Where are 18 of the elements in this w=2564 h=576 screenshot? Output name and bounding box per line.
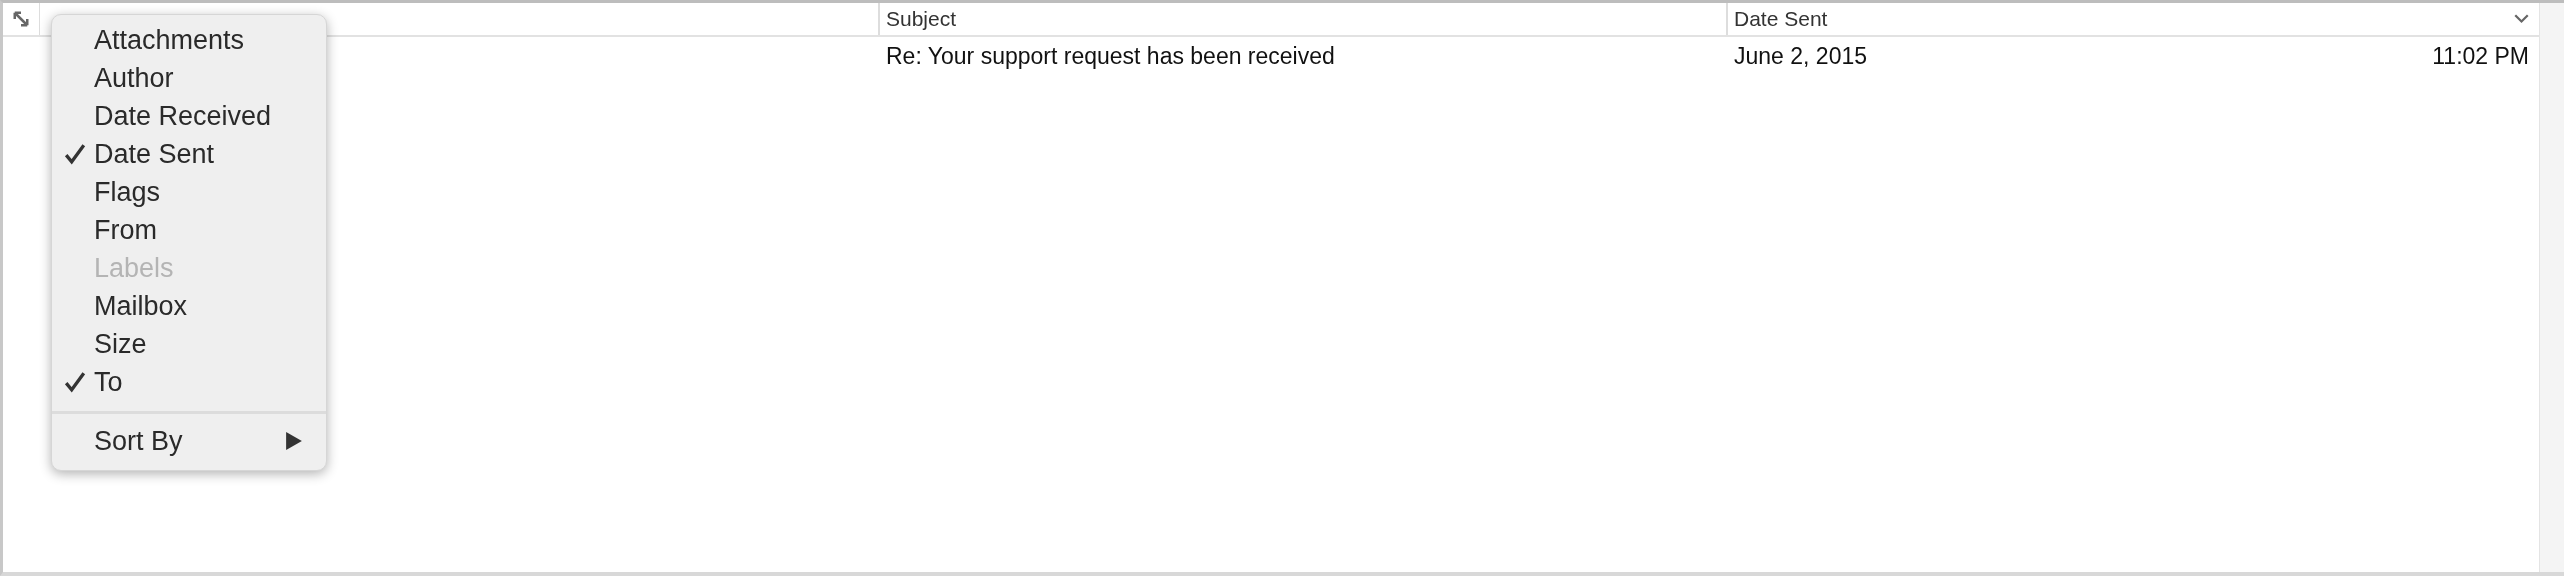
date-cell: June 2, 2015 [1734, 42, 1867, 70]
menu-item[interactable]: Size [52, 325, 326, 363]
menu-item[interactable]: From [52, 211, 326, 249]
resize-icon[interactable] [11, 9, 31, 29]
checkmark-icon [64, 371, 86, 393]
menu-item[interactable]: Date Sent [52, 135, 326, 173]
menu-item[interactable]: Sort By [52, 422, 326, 460]
menu-item[interactable]: To [52, 363, 326, 401]
menu-item[interactable]: Date Received [52, 97, 326, 135]
menu-item[interactable]: Attachments [52, 21, 326, 59]
menu-item[interactable]: Flags [52, 173, 326, 211]
subject-cell: Re: Your support request has been received [886, 42, 1335, 70]
column-header[interactable]: Subject [878, 3, 1726, 35]
submenu-arrow-icon [286, 432, 302, 450]
time-cell: 11:02 PM [2432, 42, 2529, 70]
menu-item[interactable]: Author [52, 59, 326, 97]
checkmark-icon [64, 143, 86, 165]
menu-item[interactable]: Mailbox [52, 287, 326, 325]
